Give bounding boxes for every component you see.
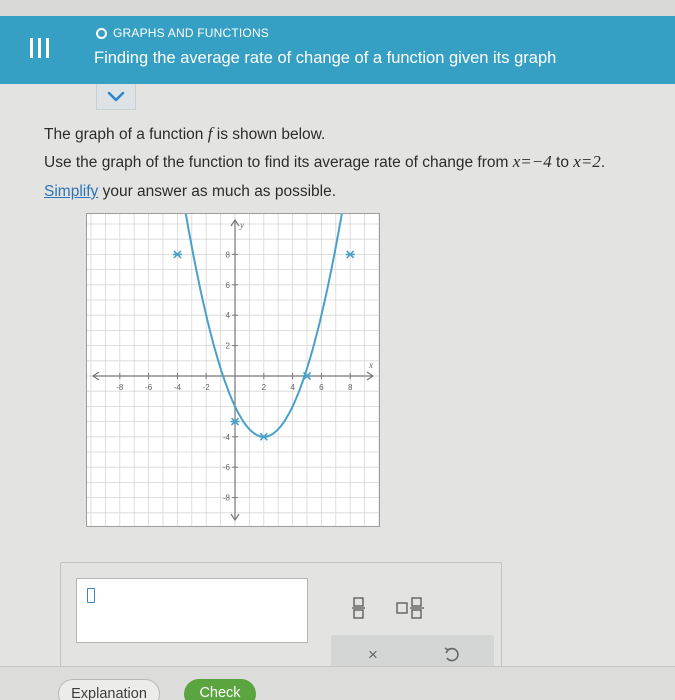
x-tick-label: 6 [319, 383, 324, 392]
question-line-2: Use the graph of the function to find it… [44, 148, 605, 176]
y-tick-label: 8 [226, 250, 231, 259]
y-tick-label: 2 [226, 342, 231, 351]
circle-status-icon [96, 27, 107, 39]
x-tick-label: 8 [348, 383, 353, 392]
fraction-icon [352, 597, 365, 619]
question-text-part: to [551, 154, 574, 171]
expand-toggle[interactable] [96, 84, 136, 110]
hamburger-menu-icon[interactable] [30, 38, 52, 58]
check-button[interactable]: Check [184, 679, 256, 700]
simplify-link[interactable]: Simplify [44, 183, 98, 200]
question-text-part: Use the graph of the function to find it… [44, 154, 513, 171]
x-tick-label: 2 [262, 383, 267, 392]
question-text: The graph of a function f is shown below… [44, 120, 605, 176]
answer-input[interactable] [76, 578, 308, 643]
undo-button[interactable] [442, 645, 462, 665]
y-tick-label: -8 [223, 494, 231, 503]
y-tick-label: 6 [226, 281, 231, 290]
x-tick-label: -2 [203, 383, 211, 392]
y-tick-label: 4 [226, 311, 231, 320]
chevron-down-icon [107, 91, 125, 101]
x-axis-label: x [368, 360, 373, 370]
mixed-number-button[interactable] [396, 597, 426, 619]
math-expression: x=−4 [512, 152, 552, 171]
x-tick-label: -8 [116, 383, 124, 392]
x-tick-label: 4 [290, 383, 295, 392]
y-tick-label: -4 [223, 433, 231, 442]
answer-panel: × [60, 562, 502, 680]
question-line-1: The graph of a function f is shown below… [44, 120, 605, 148]
mixed-number-icon [396, 597, 424, 619]
simplify-text: your answer as much as possible. [98, 183, 337, 200]
x-tick-label: -6 [145, 383, 153, 392]
question-text-part: The graph of a function [44, 126, 208, 143]
clear-button[interactable]: × [363, 645, 383, 665]
y-tick-label: -6 [223, 463, 231, 472]
fraction-button[interactable] [351, 597, 367, 619]
section-label: GRAPHS AND FUNCTIONS [96, 26, 269, 40]
header-bar: GRAPHS AND FUNCTIONS Finding the average… [0, 16, 675, 84]
simplify-instruction: Simplify your answer as much as possible… [44, 183, 336, 201]
function-graph: -8 -6 -4 -2 2 4 6 8 8 6 4 2 -4 -6 -8 x y [86, 144, 380, 529]
input-cursor-box [87, 588, 95, 603]
page-title: Finding the average rate of change of a … [94, 49, 557, 67]
undo-icon [444, 647, 459, 662]
graph-svg: -8 -6 -4 -2 2 4 6 8 8 6 4 2 -4 -6 -8 x y [87, 144, 380, 529]
footer-bar: Explanation Check [0, 666, 675, 700]
question-text-part: is shown below. [212, 126, 326, 143]
y-axis-label: y [239, 220, 244, 230]
section-text: GRAPHS AND FUNCTIONS [113, 26, 270, 40]
x-tick-label: -4 [174, 383, 182, 392]
question-text-part: . [600, 154, 606, 171]
math-expression: x=2 [573, 152, 601, 171]
top-strip [0, 0, 675, 16]
explanation-button[interactable]: Explanation [58, 679, 160, 700]
